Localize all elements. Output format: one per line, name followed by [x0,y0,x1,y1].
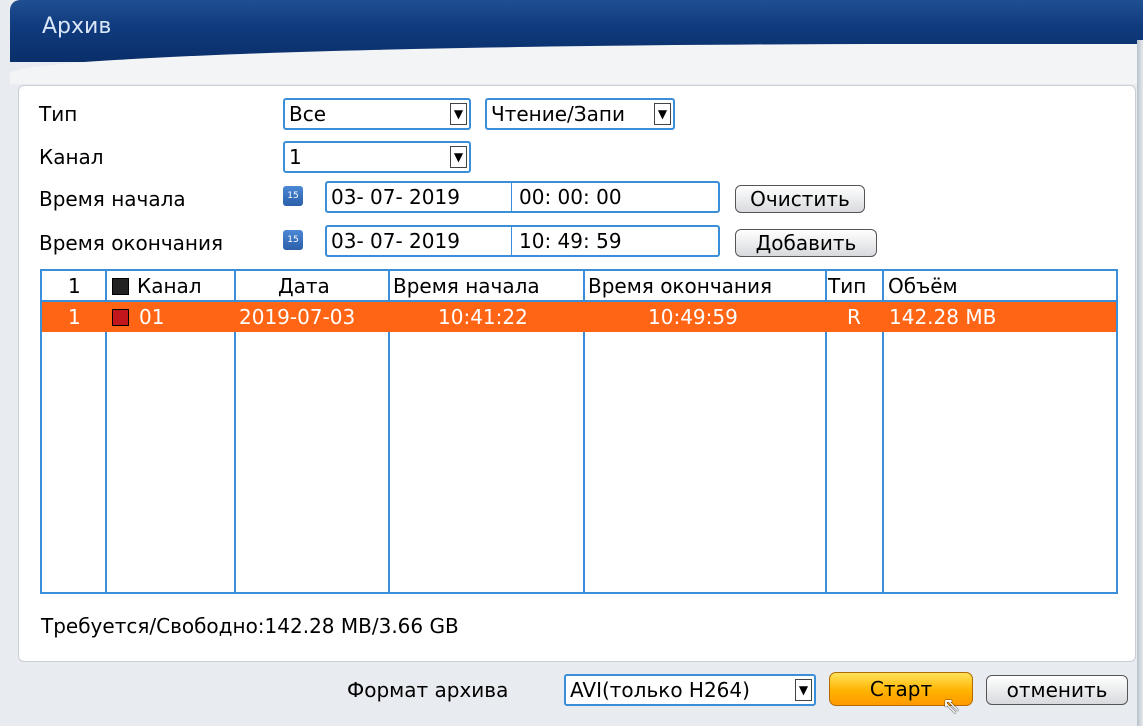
end-time-input[interactable]: 10: 49: 59 [515,227,622,255]
add-button[interactable]: Добавить [735,229,877,257]
window-title: Архив [42,14,112,39]
type-select[interactable]: Все ▼ [283,98,471,130]
end-datetime-field[interactable]: 03- 07- 2019 10: 49: 59 [325,225,720,257]
cancel-button[interactable]: отменить [986,675,1128,705]
start-time-label: Время начала [39,187,186,211]
end-time-label: Время окончания [39,231,224,255]
archive-format-value: AVI(только H264) [570,678,750,702]
date-time-separator [511,227,512,255]
title-bar: Архив [10,0,1143,84]
calendar-icon[interactable]: 15 [283,230,303,250]
channel-select[interactable]: 1 ▼ [283,141,471,173]
start-time-input[interactable]: 00: 00: 00 [515,183,622,211]
mode-select[interactable]: Чтение/Запи ▼ [485,98,675,130]
clear-button[interactable]: Очистить [735,185,865,213]
mode-select-value: Чтение/Запи [491,102,625,126]
checkbox-mark [113,310,128,325]
header-index: 1 [68,274,81,298]
row-type: R [847,305,861,329]
chevron-down-icon[interactable]: ▼ [450,103,467,125]
archive-format-select[interactable]: AVI(только H264) ▼ [564,674,816,706]
header-channel: Канал [137,274,202,298]
header-start-time: Время начала [393,274,540,298]
calendar-icon[interactable]: 15 [283,186,303,206]
space-status: Требуется/Свободно:142.28 MB/3.66 GB [41,614,459,638]
row-size: 142.28 MB [889,305,997,329]
channel-label: Канал [39,145,104,169]
table-row[interactable]: 1 01 2019-07-03 10:41:22 10:49:59 R 142.… [42,302,1116,332]
row-start-time: 10:41:22 [438,305,528,329]
window-edge [1137,40,1143,726]
type-select-value: Все [289,102,327,126]
header-size: Объём [888,274,958,298]
chevron-down-icon[interactable]: ▼ [795,679,812,701]
archive-format-label: Формат архива [347,678,509,702]
mouse-pointer-icon: ⇖ [942,694,961,719]
archive-panel: Тип Все ▼ Чтение/Запи ▼ Канал 1 ▼ Время … [18,85,1136,662]
table-header: 1 Канал Дата Время начала Время окончани… [42,271,1116,301]
chevron-down-icon[interactable]: ▼ [450,146,467,168]
header-date: Дата [278,274,330,298]
row-end-time: 10:49:59 [648,305,738,329]
title-bar-decoration [10,44,1143,84]
date-time-separator [511,183,512,211]
select-all-checkbox[interactable] [112,278,129,295]
archive-table[interactable]: 1 Канал Дата Время начала Время окончани… [40,269,1118,594]
channel-select-value: 1 [289,145,302,169]
row-date: 2019-07-03 [239,305,356,329]
type-label: Тип [39,102,78,126]
archive-window: Архив Тип Все ▼ Чтение/Запи ▼ Канал 1 ▼ … [0,0,1143,726]
end-date-input[interactable]: 03- 07- 2019 [327,227,460,255]
header-type: Тип [828,274,867,298]
start-datetime-field[interactable]: 03- 07- 2019 00: 00: 00 [325,181,720,213]
row-index: 1 [68,305,81,329]
row-channel: 01 [139,305,165,329]
header-end-time: Время окончания [588,274,773,298]
row-checkbox[interactable] [112,309,129,326]
chevron-down-icon[interactable]: ▼ [654,103,671,125]
start-date-input[interactable]: 03- 07- 2019 [327,183,460,211]
